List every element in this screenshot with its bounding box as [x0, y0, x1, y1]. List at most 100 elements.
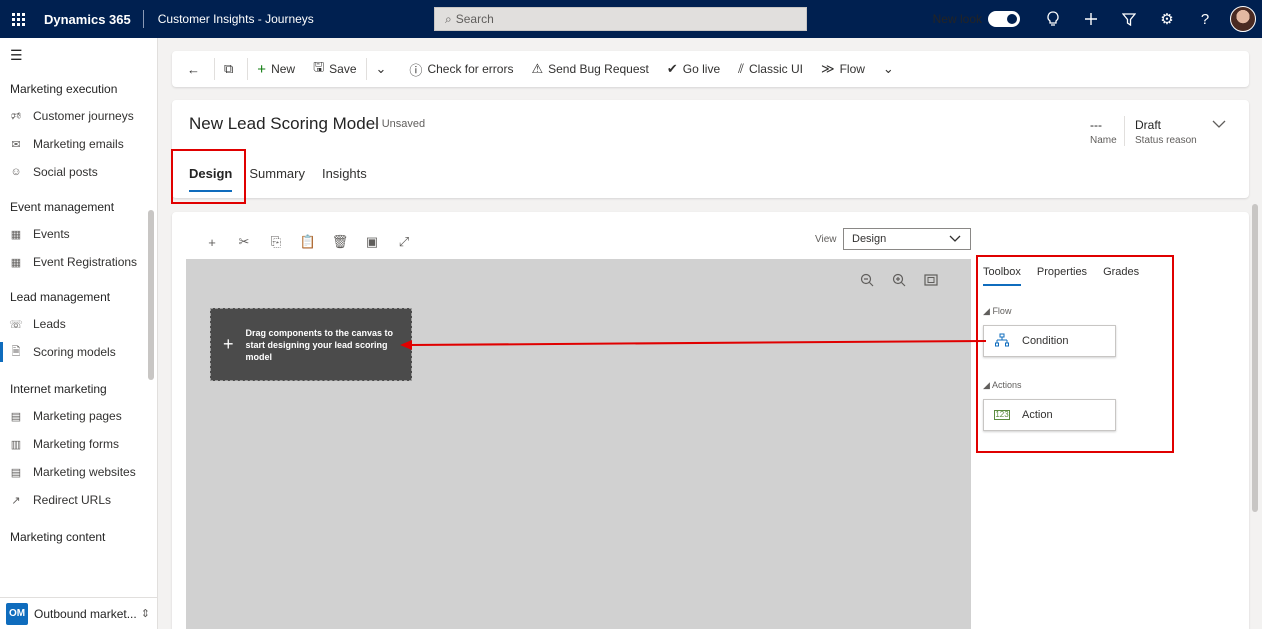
cut-icon[interactable]: ✂: [228, 232, 260, 252]
search-input[interactable]: ⌕ Search: [434, 7, 807, 31]
hamburger-icon[interactable]: ☰: [0, 38, 157, 72]
sidebar-item-label: Leads: [33, 317, 66, 331]
sidebar-item-marketing-pages[interactable]: ▤ Marketing pages: [0, 402, 144, 430]
sidebar-item-label: Marketing forms: [33, 437, 120, 451]
zoom-toolbar: [851, 271, 947, 289]
status-label: Status reason: [1135, 135, 1197, 146]
chevron-down-icon: [948, 231, 962, 248]
save-label: Save: [329, 62, 357, 76]
check-errors-label: Check for errors: [427, 62, 514, 76]
design-canvas[interactable]: + Drag components to the canvas to start…: [186, 259, 971, 629]
sidebar-item-label: Scoring models: [33, 345, 116, 359]
view-label: View: [815, 234, 837, 245]
view-select[interactable]: Design: [843, 228, 971, 250]
lightbulb-icon[interactable]: [1034, 0, 1072, 38]
annotation-box-toolbox: [976, 255, 1174, 453]
area-switcher[interactable]: OM Outbound market... ⇕: [0, 597, 157, 629]
header-field-status: Draft Status reason: [1135, 118, 1197, 146]
back-arrow-icon: ←: [187, 61, 200, 77]
flow-dropdown[interactable]: ⌄: [874, 51, 908, 87]
annotation-box-design-tab: [171, 149, 246, 204]
new-look-label: New look: [932, 12, 982, 26]
paste-icon[interactable]: 📋: [292, 232, 324, 252]
check-errors-button[interactable]: ⓘ Check for errors: [400, 51, 522, 87]
view-select-value: Design: [852, 233, 887, 245]
avatar[interactable]: [1230, 6, 1256, 32]
sidebar-item-label: Event Registrations: [33, 255, 138, 269]
expand-icon[interactable]: ⤢: [388, 232, 420, 252]
info-icon: ⓘ: [409, 62, 423, 78]
save-options-dropdown[interactable]: ⌄: [367, 51, 401, 87]
delete-icon[interactable]: 🗑: [324, 232, 356, 252]
plus-icon: +: [223, 334, 234, 354]
sidebar-item-label: Redirect URLs: [33, 493, 112, 507]
sidebar-item-social-posts[interactable]: ☺ Social posts: [0, 158, 144, 186]
open-in-new-window-button[interactable]: ⧉: [215, 51, 247, 87]
plus-icon: +: [257, 60, 267, 78]
new-button[interactable]: + New: [248, 51, 304, 87]
sidebar-item-label: Marketing websites: [33, 465, 136, 479]
nav-group-title: Lead management: [10, 290, 111, 304]
sidebar-item-marketing-emails[interactable]: ✉ Marketing emails: [0, 130, 144, 158]
sidebar: ☰ Marketing execution 🕫 Customer journey…: [0, 38, 158, 629]
sidebar-item-scoring-models[interactable]: 🗎 Scoring models: [0, 338, 144, 366]
sidebar-item-marketing-forms[interactable]: ▥ Marketing forms: [0, 430, 144, 458]
filter-icon[interactable]: [1110, 0, 1148, 38]
nav-group-title: Event management: [10, 200, 115, 214]
canvas-drop-zone[interactable]: + Drag components to the canvas to start…: [210, 308, 412, 381]
page-scrollbar[interactable]: [1252, 204, 1258, 512]
new-look-toggle[interactable]: [988, 11, 1020, 27]
copy-icon[interactable]: ⎘: [260, 232, 292, 252]
classic-ui-label: Classic UI: [748, 62, 803, 76]
flow-icon: ≫: [820, 61, 835, 76]
sidebar-item-event-registrations[interactable]: ▦ Event Registrations: [0, 248, 144, 276]
zoom-out-icon[interactable]: [851, 271, 883, 289]
new-label: New: [271, 62, 296, 76]
form-icon: ▥: [10, 438, 22, 451]
save-button[interactable]: 🖫 Save: [304, 51, 365, 87]
sidebar-item-customer-journeys[interactable]: 🕫 Customer journeys: [0, 102, 144, 130]
area-name[interactable]: Customer Insights - Journeys: [144, 12, 314, 26]
nav-group-title: Internet marketing: [10, 382, 107, 396]
back-button[interactable]: ←: [178, 51, 214, 87]
go-live-button[interactable]: ✔ Go live: [658, 51, 729, 87]
send-bug-label: Send Bug Request: [548, 62, 649, 76]
mail-icon: ✉: [11, 138, 21, 151]
app-launcher-button[interactable]: [0, 0, 36, 38]
sidebar-scrollbar[interactable]: [148, 210, 154, 380]
classic-ui-button[interactable]: ⫽ Classic UI: [729, 51, 812, 87]
sidebar-item-label: Social posts: [33, 165, 98, 179]
go-live-label: Go live: [682, 62, 721, 76]
area-badge: OM: [6, 602, 28, 625]
zoom-in-icon[interactable]: [883, 271, 915, 289]
help-icon[interactable]: ?: [1186, 0, 1224, 38]
nav-group-internet-marketing: Internet marketing ▤ Marketing pages ▥ M…: [0, 366, 157, 514]
phone-icon: ☏: [9, 318, 23, 331]
sidebar-item-label: Marketing emails: [33, 137, 124, 151]
sidebar-item-redirect-urls[interactable]: ↗ Redirect URLs: [0, 486, 144, 514]
app-name[interactable]: Dynamics 365: [36, 12, 143, 27]
gear-icon[interactable]: ⚙: [1148, 0, 1186, 38]
chevron-up-down-icon: ⇕: [140, 608, 150, 620]
chart-icon: ⫽: [738, 61, 744, 76]
tab-insights[interactable]: Insights: [322, 166, 367, 192]
fit-to-screen-icon[interactable]: [915, 271, 947, 289]
screenshot-icon[interactable]: ▣: [356, 232, 388, 252]
sidebar-item-events[interactable]: ▦ Events: [0, 220, 144, 248]
social-icon: ☺: [10, 166, 22, 178]
add-icon[interactable]: [1072, 0, 1110, 38]
expand-header-button[interactable]: [1212, 116, 1226, 132]
add-icon[interactable]: +: [196, 232, 228, 252]
redirect-icon: ↗: [11, 494, 21, 507]
warning-icon: ⚠: [531, 61, 544, 76]
tab-summary[interactable]: Summary: [249, 166, 305, 192]
send-bug-request-button[interactable]: ⚠ Send Bug Request: [522, 51, 657, 87]
sidebar-item-label: Marketing pages: [33, 409, 122, 423]
flow-button[interactable]: ≫ Flow: [812, 51, 874, 87]
search-icon: ⌕: [445, 11, 452, 26]
check-circle-icon: ✔: [666, 61, 678, 76]
save-icon: 🖫: [313, 59, 325, 74]
sidebar-item-leads[interactable]: ☏ Leads: [0, 310, 144, 338]
sidebar-item-marketing-websites[interactable]: ▤ Marketing websites: [0, 458, 144, 486]
calendar-icon: ▦: [10, 256, 22, 269]
